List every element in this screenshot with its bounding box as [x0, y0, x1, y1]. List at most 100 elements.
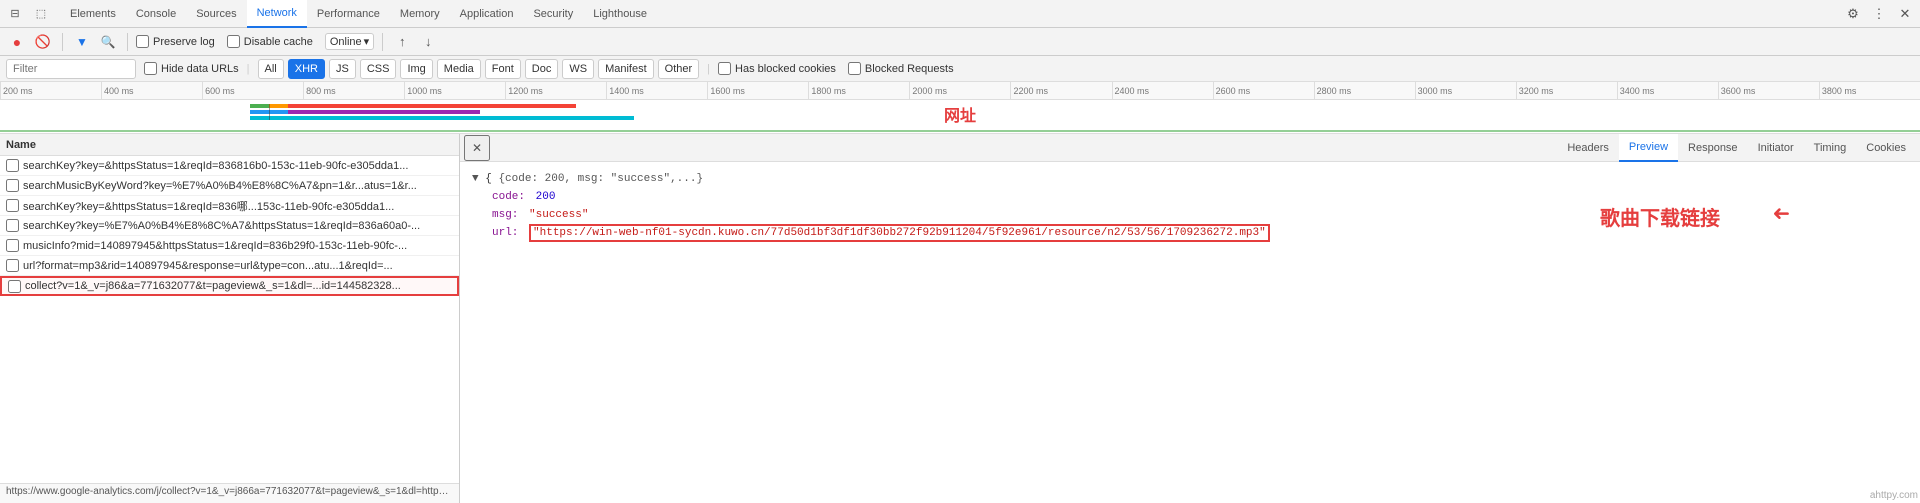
- disable-cache-label[interactable]: Disable cache: [227, 35, 313, 48]
- clear-button[interactable]: 🚫: [32, 31, 54, 53]
- main-content-area: Name searchKey?key=&httpsStatus=1&reqId=…: [0, 134, 1920, 503]
- tick-600ms: 600 ms: [202, 82, 303, 100]
- json-code-key: code:: [492, 191, 525, 203]
- filter-input[interactable]: [6, 59, 136, 79]
- has-blocked-cookies-text: Has blocked cookies: [735, 63, 836, 75]
- filter-media-btn[interactable]: Media: [437, 59, 481, 79]
- json-collapse-icon[interactable]: ▼: [472, 173, 479, 185]
- tab-lighthouse[interactable]: Lighthouse: [583, 0, 657, 28]
- filter-other-btn[interactable]: Other: [658, 59, 700, 79]
- request-checkbox-6[interactable]: [6, 259, 19, 272]
- toolbar-separator-2: [127, 33, 128, 51]
- detail-tab-preview[interactable]: Preview: [1619, 134, 1678, 162]
- tab-console[interactable]: Console: [126, 0, 186, 28]
- detail-tab-initiator[interactable]: Initiator: [1748, 134, 1804, 162]
- detail-tab-headers[interactable]: Headers: [1557, 134, 1619, 162]
- tick-3200ms: 3200 ms: [1516, 82, 1617, 100]
- hide-data-urls-checkbox[interactable]: [144, 62, 157, 75]
- filter-css-btn[interactable]: CSS: [360, 59, 397, 79]
- detail-panel: ✕ Headers Preview Response Initiator Tim…: [460, 134, 1920, 503]
- request-item-4[interactable]: searchKey?key=%E7%A0%B4%E8%8C%A7&httpsSt…: [0, 216, 459, 236]
- inspect-icon[interactable]: ⬚: [30, 3, 52, 25]
- tab-memory[interactable]: Memory: [390, 0, 450, 28]
- filter-all-btn[interactable]: All: [258, 59, 284, 79]
- tick-400ms: 400 ms: [101, 82, 202, 100]
- toolbar-separator-3: [382, 33, 383, 51]
- filter-separator: |: [247, 63, 250, 75]
- preview-content: ▼ { {code: 200, msg: "success",...} code…: [460, 162, 1920, 503]
- tick-3000ms: 3000 ms: [1415, 82, 1516, 100]
- filter-ws-btn[interactable]: WS: [562, 59, 594, 79]
- filter-js-btn[interactable]: JS: [329, 59, 356, 79]
- timeline-container: 200 ms 400 ms 600 ms 800 ms 1000 ms 1200…: [0, 82, 1920, 134]
- filter-img-btn[interactable]: Img: [400, 59, 432, 79]
- has-blocked-cookies-label[interactable]: Has blocked cookies: [718, 62, 836, 75]
- request-checkbox-3[interactable]: [6, 199, 19, 212]
- detail-tab-cookies[interactable]: Cookies: [1856, 134, 1916, 162]
- disable-cache-text: Disable cache: [244, 36, 313, 48]
- tick-800ms: 800 ms: [303, 82, 404, 100]
- request-name-6: url?format=mp3&rid=140897945&response=ur…: [23, 260, 453, 272]
- record-button[interactable]: ●: [6, 31, 28, 53]
- request-name-5: musicInfo?mid=140897945&httpsStatus=1&re…: [23, 240, 453, 252]
- toolbar-separator-1: [62, 33, 63, 51]
- request-item-6[interactable]: url?format=mp3&rid=140897945&response=ur…: [0, 256, 459, 276]
- timeline-marker: [269, 104, 270, 120]
- tab-security[interactable]: Security: [523, 0, 583, 28]
- json-msg-value: "success": [529, 209, 588, 221]
- tick-1600ms: 1600 ms: [707, 82, 808, 100]
- network-overlay-label: 网址: [944, 102, 976, 126]
- devtools-tab-bar: ⊟ ⬚ Elements Console Sources Network Per…: [0, 0, 1920, 28]
- request-name-1: searchKey?key=&httpsStatus=1&reqId=83681…: [23, 160, 453, 172]
- settings-icon[interactable]: ⚙: [1842, 3, 1864, 25]
- request-checkbox-7[interactable]: [8, 280, 21, 293]
- export-har-button[interactable]: ↓: [417, 31, 439, 53]
- request-item-3[interactable]: searchKey?key=&httpsStatus=1&reqId=836哪.…: [0, 196, 459, 216]
- filter-toggle-button[interactable]: ▼: [71, 31, 93, 53]
- timeline-bar-5: [288, 110, 480, 114]
- hide-data-urls-label[interactable]: Hide data URLs: [144, 62, 239, 75]
- request-item-7[interactable]: collect?v=1&_v=j86&a=771632077&t=pagevie…: [0, 276, 459, 296]
- preserve-log-label[interactable]: Preserve log: [136, 35, 215, 48]
- requests-list[interactable]: searchKey?key=&httpsStatus=1&reqId=83681…: [0, 156, 459, 483]
- json-summary: {code: 200, msg: "success",...}: [498, 173, 703, 185]
- more-icon[interactable]: ⋮: [1868, 3, 1890, 25]
- json-code-value: 200: [536, 191, 556, 203]
- request-checkbox-4[interactable]: [6, 219, 19, 232]
- tick-200ms: 200 ms: [0, 82, 101, 100]
- request-item-5[interactable]: musicInfo?mid=140897945&httpsStatus=1&re…: [0, 236, 459, 256]
- blocked-requests-text: Blocked Requests: [865, 63, 954, 75]
- request-checkbox-5[interactable]: [6, 239, 19, 252]
- filter-manifest-btn[interactable]: Manifest: [598, 59, 654, 79]
- request-item-2[interactable]: searchMusicByKeyWord?key=%E7%A0%B4%E8%8C…: [0, 176, 459, 196]
- close-icon[interactable]: ✕: [1894, 3, 1916, 25]
- tab-sources[interactable]: Sources: [186, 0, 246, 28]
- import-har-button[interactable]: ↑: [391, 31, 413, 53]
- json-url-line: url: "https://win-web-nf01-sycdn.kuwo.cn…: [472, 224, 1908, 242]
- disable-cache-checkbox[interactable]: [227, 35, 240, 48]
- tab-network[interactable]: Network: [247, 0, 307, 28]
- request-checkbox-2[interactable]: [6, 179, 19, 192]
- detail-tab-timing[interactable]: Timing: [1804, 134, 1857, 162]
- tab-application[interactable]: Application: [450, 0, 524, 28]
- blocked-requests-checkbox[interactable]: [848, 62, 861, 75]
- tick-2400ms: 2400 ms: [1112, 82, 1213, 100]
- blocked-requests-label[interactable]: Blocked Requests: [848, 62, 954, 75]
- request-name-2: searchMusicByKeyWord?key=%E7%A0%B4%E8%8C…: [23, 180, 453, 192]
- filter-doc-btn[interactable]: Doc: [525, 59, 559, 79]
- preserve-log-checkbox[interactable]: [136, 35, 149, 48]
- filter-font-btn[interactable]: Font: [485, 59, 521, 79]
- has-blocked-cookies-checkbox[interactable]: [718, 62, 731, 75]
- detail-tab-response[interactable]: Response: [1678, 134, 1748, 162]
- tab-performance[interactable]: Performance: [307, 0, 390, 28]
- tab-elements[interactable]: Elements: [60, 0, 126, 28]
- request-name-4: searchKey?key=%E7%A0%B4%E8%8C%A7&httpsSt…: [23, 220, 453, 232]
- json-url-value: "https://win-web-nf01-sycdn.kuwo.cn/77d5…: [529, 224, 1270, 242]
- request-item-1[interactable]: searchKey?key=&httpsStatus=1&reqId=83681…: [0, 156, 459, 176]
- throttle-select[interactable]: Online ▾: [325, 33, 374, 50]
- filter-xhr-btn[interactable]: XHR: [288, 59, 325, 79]
- detail-close-button[interactable]: ✕: [464, 135, 490, 161]
- devtools-icon[interactable]: ⊟: [4, 3, 26, 25]
- search-button[interactable]: 🔍: [97, 31, 119, 53]
- request-checkbox-1[interactable]: [6, 159, 19, 172]
